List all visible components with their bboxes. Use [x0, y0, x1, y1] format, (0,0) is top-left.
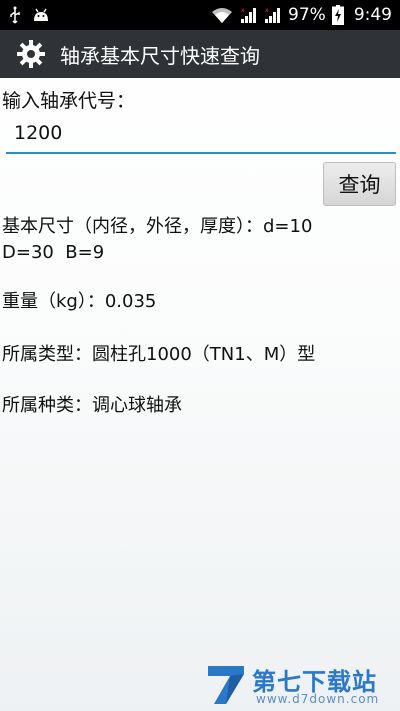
svg-text:x: x: [241, 7, 245, 14]
battery-percentage: 97%: [288, 5, 326, 25]
result-kind: 所属种类：调心球轴承: [2, 395, 182, 416]
watermark: 第七下载站 www.d7down.com: [200, 658, 400, 711]
wifi-icon: [212, 8, 233, 23]
input-label: 输入轴承代号：: [2, 90, 136, 112]
watermark-logo-icon: [208, 666, 244, 704]
signal-icon: x: [241, 7, 257, 23]
result-weight: 重量（kg）：0.035: [2, 291, 157, 312]
action-bar: 轴承基本尺寸快速查询: [0, 30, 400, 78]
result-type: 所属类型：圆柱孔1000（TN1、M）型: [2, 344, 316, 365]
bearing-code-field-wrapper: [6, 112, 396, 154]
app-title: 轴承基本尺寸快速查询: [60, 43, 260, 68]
clock: 9:49: [353, 5, 392, 25]
result-dimensions-line2: D=30 B=9: [2, 242, 105, 263]
svg-text:x: x: [265, 7, 269, 14]
bearing-code-input[interactable]: [6, 112, 396, 144]
battery-icon: [331, 5, 344, 25]
watermark-url: www.d7down.com: [256, 692, 380, 706]
query-button[interactable]: 查询: [323, 162, 396, 206]
android-icon: [34, 8, 48, 21]
gear-icon[interactable]: [16, 39, 46, 69]
usb-icon: [10, 6, 20, 24]
status-bar: x x 97% 9:49: [0, 0, 400, 30]
result-dimensions-line1: 基本尺寸（内径，外径，厚度）：d=10: [2, 216, 313, 237]
signal-icon: x: [265, 7, 281, 23]
